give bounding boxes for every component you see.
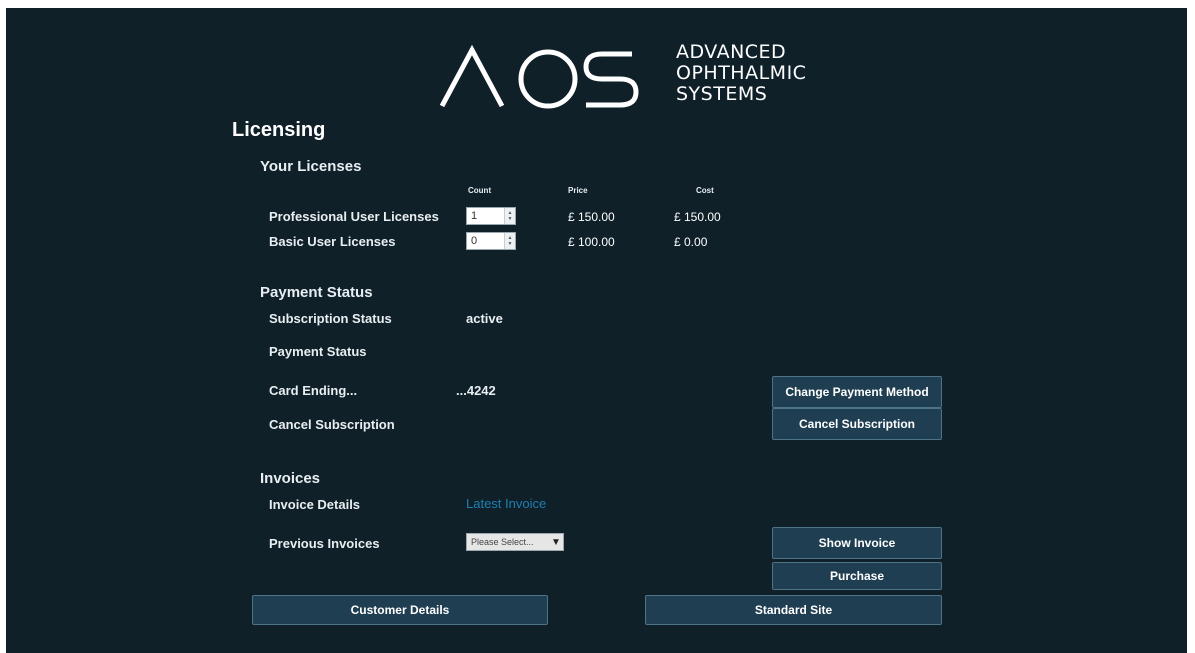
- brand-line-3: SYSTEMS: [676, 83, 768, 105]
- stepper-arrows-icon[interactable]: ▲ ▼: [504, 233, 515, 249]
- subscription-status-label: Subscription Status: [269, 311, 392, 326]
- professional-licenses-count-stepper[interactable]: 1 ▲ ▼: [466, 207, 516, 225]
- previous-invoices-select-value: Please Select...: [471, 537, 534, 547]
- app-window: ADVANCED OPHTHALMIC SYSTEMS Licensing Yo…: [6, 8, 1187, 653]
- professional-licenses-cost: £ 150.00: [674, 210, 721, 224]
- basic-licenses-cost: £ 0.00: [674, 235, 708, 249]
- brand-line-1: ADVANCED: [676, 41, 787, 63]
- basic-licenses-label: Basic User Licenses: [269, 234, 396, 249]
- basic-licenses-price: £ 100.00: [568, 235, 615, 249]
- cost-column-header: Cost: [696, 186, 714, 195]
- brand-name: ADVANCED OPHTHALMIC SYSTEMS: [676, 42, 806, 105]
- professional-licenses-count: 1: [471, 210, 478, 222]
- payment-status-label: Payment Status: [269, 344, 367, 359]
- change-payment-method-button[interactable]: Change Payment Method: [772, 376, 942, 408]
- basic-licenses-count-stepper[interactable]: 0 ▲ ▼: [466, 232, 516, 250]
- invoices-heading: Invoices: [260, 470, 321, 487]
- latest-invoice-link[interactable]: Latest Invoice: [466, 496, 546, 511]
- cancel-subscription-button[interactable]: Cancel Subscription: [772, 408, 942, 440]
- standard-site-button[interactable]: Standard Site: [645, 595, 942, 625]
- stepper-arrows-icon[interactable]: ▲ ▼: [504, 208, 515, 224]
- invoice-details-label: Invoice Details: [269, 497, 361, 512]
- purchase-button[interactable]: Purchase: [772, 562, 942, 590]
- count-column-header: Count: [468, 186, 492, 195]
- chevron-down-icon: ▼: [551, 536, 561, 548]
- card-ending-label: Card Ending...: [269, 383, 358, 398]
- professional-licenses-price: £ 150.00: [568, 210, 615, 224]
- show-invoice-button[interactable]: Show Invoice: [772, 527, 942, 559]
- payment-heading: Payment Status: [260, 284, 373, 301]
- subscription-status-value: active: [466, 311, 503, 326]
- previous-invoices-label: Previous Invoices: [269, 536, 380, 551]
- professional-licenses-label: Professional User Licenses: [269, 209, 439, 224]
- price-column-header: Price: [568, 186, 588, 195]
- customer-details-button[interactable]: Customer Details: [252, 595, 548, 625]
- licenses-heading: Your Licenses: [260, 158, 362, 175]
- basic-licenses-count: 0: [471, 235, 478, 247]
- previous-invoices-select[interactable]: Please Select... ▼: [466, 533, 564, 551]
- card-ending-value: ...4242: [456, 383, 496, 398]
- cancel-subscription-label: Cancel Subscription: [269, 417, 395, 432]
- aos-logo: [439, 44, 639, 109]
- brand-line-2: OPHTHALMIC: [676, 62, 807, 84]
- page-title: Licensing: [232, 119, 326, 141]
